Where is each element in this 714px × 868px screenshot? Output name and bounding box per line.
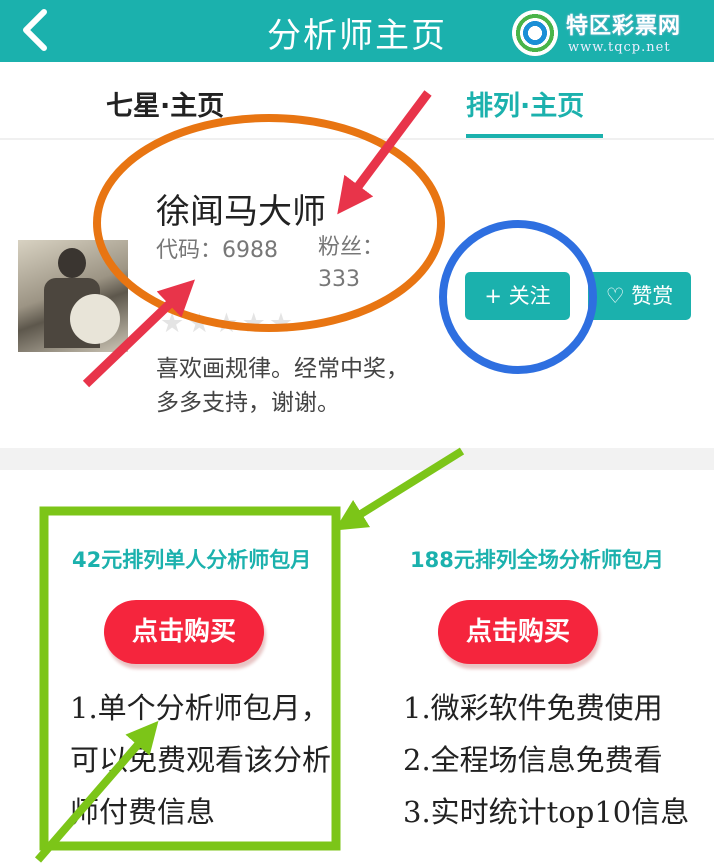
feature-item: 3.实时统计top10信息 [403, 795, 690, 829]
buy-button-all[interactable]: 点击购买 [438, 600, 598, 664]
fans-count: 粉丝：333 [318, 235, 385, 292]
reward-button[interactable]: ♡ 赞赏 [588, 272, 691, 320]
avatar [18, 240, 128, 352]
plan-features-all: 1.微彩软件免费使用 2.全程场信息免费看 3.实时统计top10信息 [403, 682, 703, 838]
follow-button[interactable]: + 关注 [465, 272, 570, 320]
logo-swirl-icon [512, 10, 558, 56]
buy-button-single[interactable]: 点击购买 [104, 600, 264, 664]
tab-bar: 七星·主页 排列·主页 [0, 62, 714, 140]
section-divider [0, 448, 714, 470]
plan-features-single: 1.单个分析师包月，可以免费观看该分析师付费信息 [70, 682, 332, 838]
feature-item: 1.微彩软件免费使用 [403, 691, 663, 725]
analyst-name: 徐闻马大师 [156, 192, 326, 232]
analyst-bio: 喜欢画规律。经常中奖，多多支持，谢谢。 [156, 356, 409, 416]
logo-url: www.tqcp.net [568, 40, 671, 55]
plan-title-single: 42元排列单人分析师包月 [72, 548, 312, 572]
tab-pailie-home[interactable]: 排列·主页 [466, 84, 584, 123]
analyst-code: 代码：6988 [156, 238, 278, 263]
plan-title-all: 188元排列全场分析师包月 [410, 548, 664, 572]
app-header: 分析师主页 特区彩票网 www.tqcp.net [0, 0, 714, 62]
site-logo: 特区彩票网 www.tqcp.net [512, 6, 712, 60]
feature-item: 1.单个分析师包月，可以免费观看该分析师付费信息 [70, 691, 332, 829]
rating-stars: ★★★★★ [160, 308, 297, 339]
feature-item: 2.全程场信息免费看 [403, 743, 663, 777]
tab-qixing-home[interactable]: 七星·主页 [106, 84, 224, 123]
divider [0, 138, 714, 140]
logo-name: 特区彩票网 [566, 14, 682, 39]
